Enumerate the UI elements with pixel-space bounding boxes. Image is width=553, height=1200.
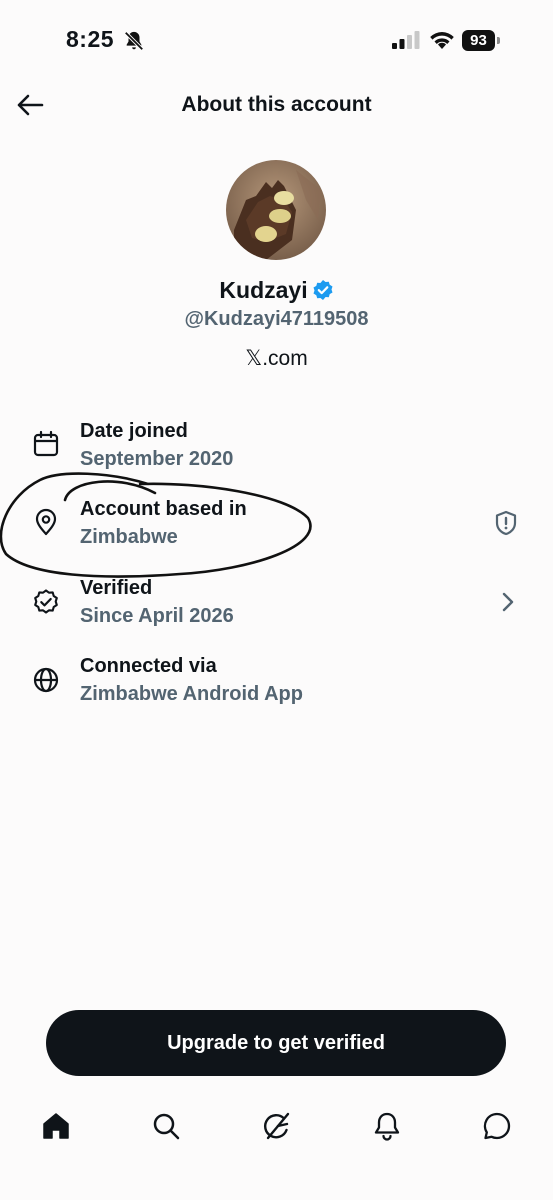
connected-via-label: Connected via (80, 655, 217, 677)
page-title: About this account (181, 93, 372, 116)
status-time: 8:25 (66, 26, 115, 52)
search-icon[interactable] (151, 1111, 181, 1141)
date-joined-label: Date joined (80, 420, 188, 442)
calendar-icon (33, 430, 59, 457)
upgrade-verified-button[interactable]: Upgrade to get verified (46, 1010, 506, 1076)
profile-name-row: Kudzayi (0, 277, 553, 304)
home-icon[interactable] (41, 1111, 71, 1141)
avatar-image (226, 160, 326, 260)
globe-icon (33, 667, 59, 693)
profile-site: 𝕏.com (245, 347, 308, 370)
notifications-icon[interactable] (372, 1111, 402, 1141)
wifi-icon (430, 32, 454, 49)
chevron-right-icon[interactable] (498, 590, 518, 614)
verified-label: Verified (80, 577, 153, 599)
shield-alert-icon[interactable] (492, 509, 520, 537)
profile-handle: @Kudzayi47119508 (184, 308, 369, 330)
verified-badge-icon (313, 280, 333, 300)
bell-muted-icon (124, 31, 144, 51)
profile-name: Kudzayi (219, 277, 308, 303)
connected-via-value: Zimbabwe Android App (80, 683, 303, 705)
messages-icon[interactable] (482, 1111, 512, 1141)
verified-value: Since April 2026 (80, 605, 234, 627)
cellular-signal-icon (392, 31, 420, 49)
verified-check-icon (34, 589, 58, 614)
hand-drawn-circle-annotation (0, 472, 312, 578)
battery-nub (497, 37, 500, 44)
battery-indicator: 93 (462, 30, 495, 51)
avatar[interactable] (226, 160, 326, 260)
grok-icon[interactable] (262, 1111, 292, 1141)
